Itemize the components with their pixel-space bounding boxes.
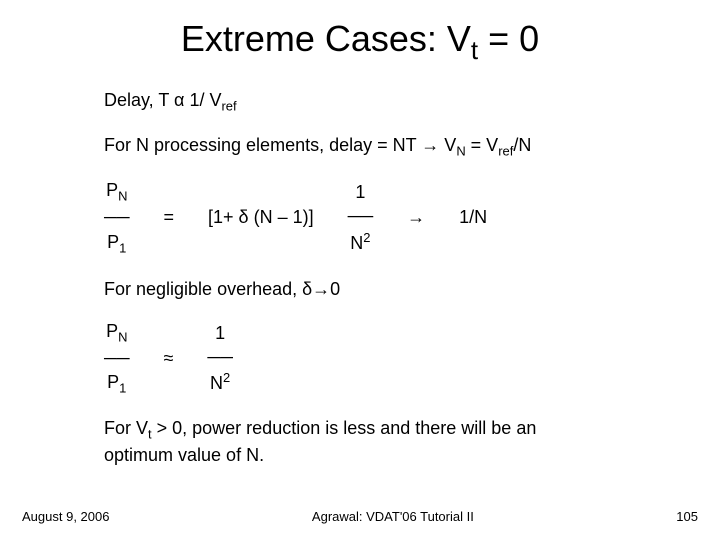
delay-sub: ref: [221, 99, 236, 114]
conc-c: optimum value of N.: [104, 445, 264, 465]
footer-attribution: Agrawal: VDAT'06 Tutorial II: [312, 509, 474, 524]
frac2-n: N: [350, 233, 363, 253]
overhead-text: For negligible overhead, δ→0: [104, 279, 340, 299]
title-tail: = 0: [478, 18, 539, 59]
delay-text: Delay, T α 1/ V: [104, 90, 221, 110]
proc-sub1: N: [456, 144, 465, 159]
proc-text-b: = V: [466, 135, 499, 155]
result-1n: 1/N: [459, 205, 487, 229]
proc-text-a: For N processing elements, delay = NT → …: [104, 135, 456, 155]
footer-date: August 9, 2006: [22, 509, 109, 524]
title-main: Extreme Cases: V: [181, 18, 471, 59]
frac-bar-1: ──: [104, 205, 130, 229]
fraction-1-n2: 1 ── N2: [348, 180, 374, 255]
conclusion-line: For Vt > 0, power reduction is less and …: [104, 416, 630, 467]
processing-line: For N processing elements, delay = NT → …: [104, 133, 630, 160]
frac2-sup: 2: [363, 230, 370, 245]
proc-sub2: ref: [498, 144, 513, 159]
pn-n-b: N: [118, 330, 127, 345]
delay-line: Delay, T α 1/ Vref: [104, 88, 630, 115]
bracket-term: [1+ δ (N – 1)]: [208, 205, 314, 229]
fraction-pn-p1-b: PN ── P1: [104, 319, 130, 397]
overhead-line: For negligible overhead, δ→0: [104, 277, 630, 301]
frac2-num: 1: [348, 180, 374, 204]
frac2-sup-b: 2: [223, 370, 230, 385]
conc-b: > 0, power reduction is less and there w…: [152, 418, 537, 438]
equation-row-2: PN ── P1 ≈ 1 ── N2: [104, 319, 630, 397]
conc-a: For V: [104, 418, 148, 438]
approx-sign: ≈: [164, 346, 174, 370]
p1-1: 1: [119, 240, 126, 255]
frac2-n-b: N: [210, 373, 223, 393]
pn-p-b: P: [106, 321, 118, 341]
slide-title: Extreme Cases: Vt = 0: [0, 0, 720, 66]
p1-1-b: 1: [119, 381, 126, 396]
fraction-1-n2-b: 1 ── N2: [207, 321, 233, 396]
slide-footer: August 9, 2006 Agrawal: VDAT'06 Tutorial…: [0, 509, 720, 524]
p1-p-b: P: [107, 372, 119, 392]
pn-p: P: [106, 180, 118, 200]
equation-row-1: PN ── P1 = [1+ δ (N – 1)] 1 ── N2 → 1/N: [104, 178, 630, 256]
frac-bar-3: ──: [104, 346, 130, 370]
frac-bar-2: ──: [348, 204, 374, 228]
proc-text-c: /N: [513, 135, 531, 155]
equals-sign: =: [164, 205, 175, 229]
frac2-num-b: 1: [207, 321, 233, 345]
arrow-1: →: [407, 205, 425, 229]
footer-page-number: 105: [676, 509, 698, 524]
frac-bar-4: ──: [207, 345, 233, 369]
fraction-pn-p1: PN ── P1: [104, 178, 130, 256]
slide-body: Delay, T α 1/ Vref For N processing elem…: [0, 66, 720, 467]
pn-n: N: [118, 189, 127, 204]
p1-p: P: [107, 232, 119, 252]
